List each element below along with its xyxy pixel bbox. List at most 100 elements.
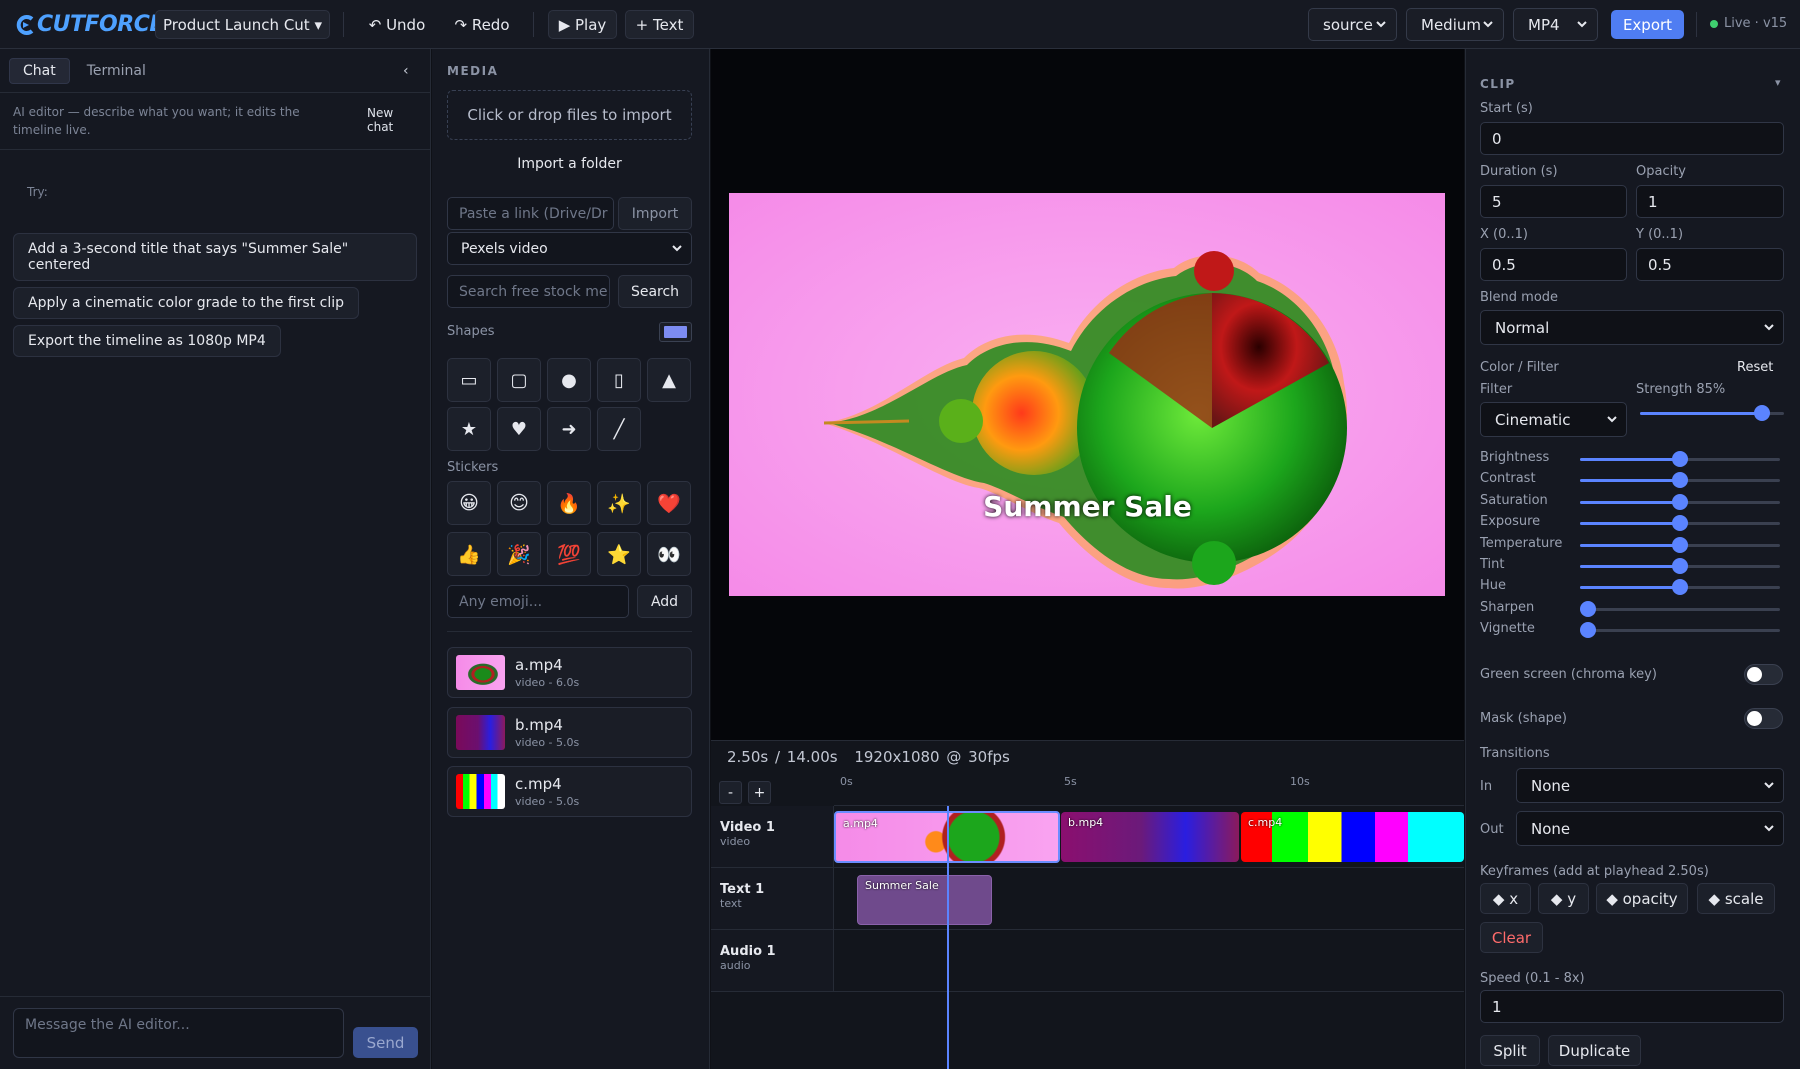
- adjustment-slider-thumb[interactable]: [1672, 472, 1688, 488]
- app-logo[interactable]: CUTFORCE: [16, 12, 164, 37]
- add-emoji-button[interactable]: Add: [637, 585, 692, 618]
- export-format-select[interactable]: MP4: [1513, 8, 1598, 41]
- suggestion-chip[interactable]: Apply a cinematic color grade to the fir…: [13, 287, 360, 319]
- tab-chat[interactable]: Chat: [9, 58, 70, 84]
- mask-toggle[interactable]: [1744, 708, 1783, 729]
- undo-button[interactable]: ↶ Undo: [362, 10, 432, 39]
- tab-terminal[interactable]: Terminal: [74, 58, 159, 84]
- zoom-out-button[interactable]: -: [719, 781, 742, 804]
- adjustment-slider-track[interactable]: [1580, 629, 1780, 632]
- speed-input[interactable]: 1: [1480, 990, 1784, 1023]
- opacity-input[interactable]: 1: [1636, 185, 1784, 218]
- start-input[interactable]: 0: [1480, 122, 1784, 155]
- adjustment-slider-thumb[interactable]: [1672, 515, 1688, 531]
- adjustment-slider-thumb[interactable]: [1672, 494, 1688, 510]
- adjustment-slider-thumb[interactable]: [1672, 451, 1688, 467]
- rounded-rect-icon[interactable]: ▢: [497, 358, 541, 402]
- clip-b[interactable]: b.mp4: [1061, 812, 1239, 862]
- redo-button[interactable]: ↷ Redo: [448, 10, 516, 39]
- emoji-input[interactable]: Any emoji...: [447, 585, 629, 618]
- playhead[interactable]: [947, 806, 949, 1069]
- media-asset[interactable]: c.mp4 video - 5.0s: [447, 766, 692, 817]
- media-asset[interactable]: b.mp4 video - 5.0s: [447, 707, 692, 758]
- sticker-button[interactable]: 😊: [497, 481, 541, 525]
- sticker-button[interactable]: 🎉: [497, 532, 541, 576]
- line-icon[interactable]: ╱: [597, 407, 641, 451]
- message-input[interactable]: Message the AI editor...: [13, 1008, 344, 1058]
- filter-select[interactable]: Cinematic: [1480, 402, 1627, 437]
- clip-c[interactable]: c.mp4: [1241, 812, 1464, 862]
- file-dropzone[interactable]: Click or drop files to import: [447, 90, 692, 140]
- reset-button[interactable]: Reset: [1737, 360, 1773, 375]
- preview-frame[interactable]: [729, 193, 1445, 596]
- zoom-in-button[interactable]: +: [748, 781, 771, 804]
- import-link-button[interactable]: Import: [618, 197, 692, 230]
- star-icon[interactable]: ★: [447, 407, 491, 451]
- text-clip[interactable]: Summer Sale: [857, 875, 992, 925]
- y-input[interactable]: 0.5: [1636, 248, 1784, 281]
- import-folder-button[interactable]: Import a folder: [447, 156, 692, 172]
- adjustment-slider-thumb[interactable]: [1672, 558, 1688, 574]
- stock-source-select[interactable]: Pexels video: [447, 232, 692, 265]
- stock-search-input[interactable]: Search free stock me: [447, 275, 610, 308]
- collapse-panel-icon[interactable]: ‹: [403, 63, 409, 79]
- video-preview[interactable]: [711, 49, 1464, 740]
- tall-rect-icon[interactable]: ▯: [597, 358, 641, 402]
- adjustment-label: Contrast: [1480, 471, 1536, 486]
- adjustment-slider-track[interactable]: [1580, 608, 1780, 611]
- adjustment-slider-thumb[interactable]: [1672, 537, 1688, 553]
- sticker-button[interactable]: 👀: [647, 532, 691, 576]
- sticker-button[interactable]: ⭐: [597, 532, 641, 576]
- timeline-ruler[interactable]: [834, 776, 1464, 806]
- keyframe-opacity-button[interactable]: ◆ opacity: [1596, 883, 1688, 914]
- keyframe-y-button[interactable]: ◆ y: [1538, 883, 1589, 914]
- clear-keyframes-button[interactable]: Clear: [1480, 922, 1543, 953]
- sticker-button[interactable]: ❤️: [647, 481, 691, 525]
- export-quality-select[interactable]: Medium: [1406, 8, 1504, 41]
- circle-icon[interactable]: ●: [547, 358, 591, 402]
- export-source-select[interactable]: source: [1308, 8, 1397, 41]
- adjustment-slider-thumb[interactable]: [1580, 601, 1596, 617]
- arrow-icon[interactable]: ➜: [547, 407, 591, 451]
- sticker-button[interactable]: 😀: [447, 481, 491, 525]
- transition-out-select[interactable]: None: [1516, 811, 1784, 846]
- blend-mode-select[interactable]: Normal: [1480, 310, 1784, 345]
- link-input[interactable]: Paste a link (Drive/Dr: [447, 197, 614, 230]
- add-text-button[interactable]: + Text: [625, 10, 694, 39]
- suggestion-chip[interactable]: Export the timeline as 1080p MP4: [13, 325, 281, 357]
- duration-input[interactable]: 5: [1480, 185, 1627, 218]
- transition-in-select[interactable]: None: [1516, 768, 1784, 803]
- stock-search-button[interactable]: Search: [618, 275, 692, 308]
- track-header[interactable]: Audio 1 audio: [711, 930, 834, 992]
- blend-label: Blend mode: [1480, 290, 1559, 305]
- keyframe-x-button[interactable]: ◆ x: [1480, 883, 1531, 914]
- adjustment-slider-thumb[interactable]: [1672, 579, 1688, 595]
- x-input[interactable]: 0.5: [1480, 248, 1627, 281]
- track-header[interactable]: Text 1 text: [711, 868, 834, 930]
- track-header[interactable]: Video 1 video: [711, 806, 834, 868]
- play-button[interactable]: ▶ Play: [548, 10, 617, 39]
- project-menu-button[interactable]: Product Launch Cut ▾: [155, 10, 330, 39]
- sticker-button[interactable]: 💯: [547, 532, 591, 576]
- track-lane-audio[interactable]: [834, 930, 1464, 992]
- split-button[interactable]: Split: [1480, 1035, 1540, 1066]
- sticker-button[interactable]: 👍: [447, 532, 491, 576]
- duplicate-button[interactable]: Duplicate: [1548, 1035, 1641, 1066]
- green-screen-toggle[interactable]: [1744, 664, 1783, 685]
- track-name: Text 1: [720, 882, 765, 897]
- export-button[interactable]: Export: [1611, 10, 1684, 39]
- rectangle-icon[interactable]: ▭: [447, 358, 491, 402]
- new-chat-button[interactable]: New chat: [367, 106, 393, 134]
- sticker-button[interactable]: ✨: [597, 481, 641, 525]
- section-collapse-icon[interactable]: ▾: [1775, 76, 1781, 89]
- shape-color-swatch[interactable]: [659, 322, 692, 342]
- keyframe-scale-button[interactable]: ◆ scale: [1697, 883, 1775, 914]
- sticker-button[interactable]: 🔥: [547, 481, 591, 525]
- preview-overlay-text[interactable]: Summer Sale: [711, 490, 1464, 523]
- media-asset[interactable]: a.mp4 video - 6.0s: [447, 647, 692, 698]
- send-button[interactable]: Send: [353, 1027, 418, 1058]
- adjustment-slider-thumb[interactable]: [1580, 622, 1596, 638]
- suggestion-chip[interactable]: Add a 3-second title that says "Summer S…: [13, 233, 417, 281]
- heart-icon[interactable]: ♥: [497, 407, 541, 451]
- triangle-icon[interactable]: ▲: [647, 358, 691, 402]
